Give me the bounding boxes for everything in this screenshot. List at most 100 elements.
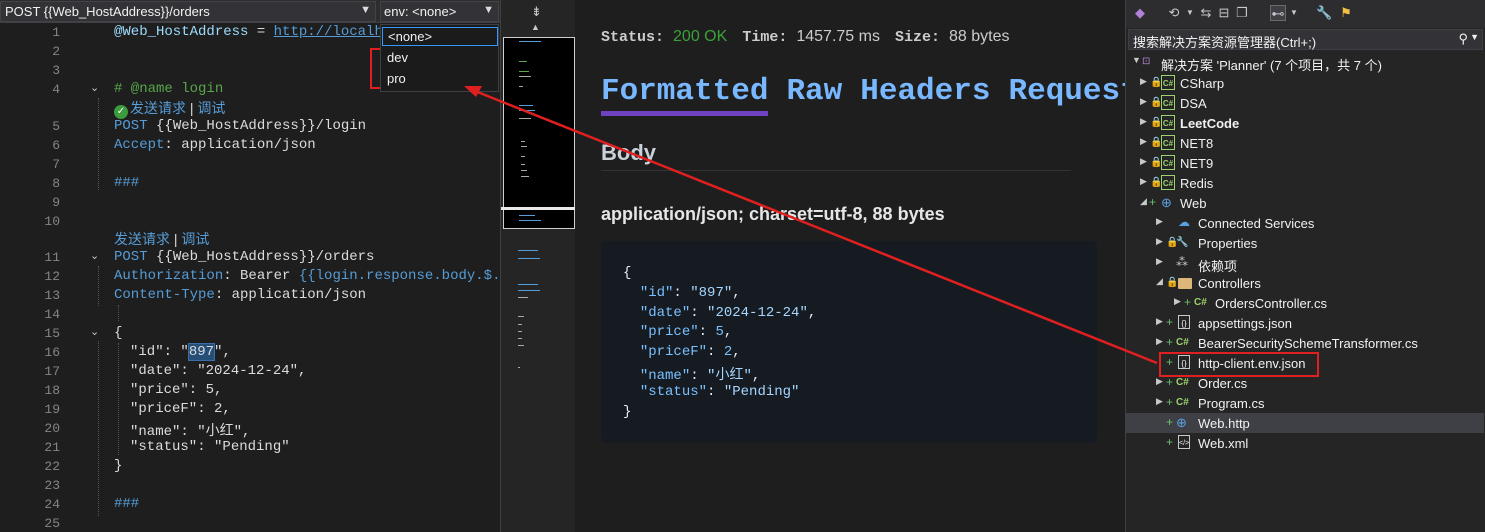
env-option-none[interactable]: <none> (382, 27, 498, 46)
tree-item-orders-controller[interactable]: ▶ + C# OrdersController.cs (1126, 293, 1484, 313)
tree-project-redis[interactable]: ▶ 🔒 C# Redis (1126, 173, 1484, 193)
vs-icon[interactable]: ◆ (1132, 5, 1148, 21)
code-line[interactable]: 21 "status": "Pending" (0, 438, 500, 457)
code-line[interactable]: 18 "price": 5, (0, 381, 500, 400)
tree-item-program-cs[interactable]: ▶ + C# Program.cs (1126, 393, 1484, 413)
tree-item-dependencies[interactable]: ▶ ⁂ 依赖项 (1126, 253, 1484, 274)
added-icon: + (1166, 415, 1174, 429)
tab-headers[interactable]: Headers (860, 74, 990, 111)
code-line[interactable]: 16 "id": "897", (0, 343, 500, 362)
json-property: "price": 5, (130, 382, 223, 398)
tree-project-web[interactable]: ◢ + ⊕ Web (1126, 193, 1484, 213)
send-request-link[interactable]: 发送请求 (114, 231, 170, 247)
scroll-up-icon[interactable]: ▲ (531, 22, 540, 32)
code-line[interactable]: 9 (0, 193, 500, 212)
tree-project-net9[interactable]: ▶ 🔒 C# NET9 (1126, 153, 1484, 173)
code-line[interactable]: 23 (0, 476, 500, 495)
env-option-pro[interactable]: pro (387, 71, 406, 86)
line-number: 6 (52, 138, 60, 153)
request-selector-label: POST {{Web_HostAddress}}/orders (5, 4, 210, 19)
code-line[interactable]: 11 ⌄ POST {{Web_HostAddress}}/orders (0, 248, 500, 267)
chevron-down-icon[interactable]: ▼ (1286, 5, 1302, 21)
code-line[interactable]: 8 ### (0, 174, 500, 193)
http-editor[interactable]: POST {{Web_HostAddress}}/orders ▼ env: <… (0, 0, 542, 532)
tree-item-bearer-transformer[interactable]: ▶ + C# BearerSecuritySchemeTransformer.cs (1126, 333, 1484, 353)
tab-formatted[interactable]: Formatted (601, 74, 769, 116)
line-number: 4 (52, 82, 60, 97)
tree-project-csharp[interactable]: ▶ 🔒 C# CSharp (1126, 73, 1484, 93)
minimap-viewport[interactable] (503, 37, 575, 229)
split-view-icon[interactable]: ⇟ (531, 4, 542, 20)
tree-item-connected-services[interactable]: ▶ ☁ Connected Services (1126, 213, 1484, 233)
chevron-down-icon[interactable]: ▼ (1470, 32, 1479, 42)
code-line[interactable]: 25 (0, 514, 500, 532)
tree-project-leetcode[interactable]: ▶ 🔒 C# LeetCode (1126, 113, 1484, 133)
env-option-dev[interactable]: dev (387, 50, 408, 65)
tree-item-web-xml[interactable]: + </> Web.xml (1126, 433, 1484, 453)
code-line[interactable]: 24 ### (0, 495, 500, 514)
tree-solution[interactable]: ▼ ⊡ 解决方案 'Planner' (7 个项目，共 7 个) (1126, 52, 1484, 73)
line-number: 11 (44, 250, 60, 265)
code-line[interactable]: 7 (0, 155, 500, 174)
tree-item-properties[interactable]: ▶ 🔒 🔧 Properties (1126, 233, 1484, 253)
debug-link[interactable]: 调试 (197, 100, 225, 116)
tab-raw[interactable]: Raw (786, 74, 842, 111)
content-type-heading: application/json; charset=utf-8, 88 byte… (601, 204, 945, 224)
pending-changes-filter-icon[interactable]: ⊷ (1270, 5, 1286, 21)
fold-chevron-icon[interactable]: ⌄ (90, 325, 99, 339)
code-line[interactable]: 17 "date": "2024-12-24", (0, 362, 500, 381)
tree-project-dsa[interactable]: ▶ 🔒 C# DSA (1126, 93, 1484, 113)
xml-file-icon: </> (1178, 435, 1190, 449)
line-number: 17 (44, 364, 60, 379)
code-line[interactable]: 5 POST {{Web_HostAddress}}/login (0, 117, 500, 136)
send-request-link[interactable]: 发送请求 (130, 100, 186, 116)
code-line[interactable]: 22} (0, 457, 500, 476)
tree-item-controllers[interactable]: ◢ 🔒 Controllers (1126, 273, 1484, 293)
environment-selector[interactable]: env: <none> ▼ (380, 1, 499, 22)
tree-item-appsettings[interactable]: ▶ +{} appsettings.json (1126, 313, 1484, 333)
explorer-search-input[interactable]: 搜索解决方案资源管理器(Ctrl+;) ⚲ ▼ (1128, 29, 1483, 50)
fold-chevron-icon[interactable]: ⌄ (90, 249, 99, 263)
collapse-all-icon[interactable]: ⊟ (1216, 5, 1232, 21)
tree-label: Controllers (1198, 276, 1261, 291)
debug-link[interactable]: 调试 (181, 231, 209, 247)
request-selector[interactable]: POST {{Web_HostAddress}}/orders ▼ (0, 1, 376, 22)
tree-project-net8[interactable]: ▶ 🔒 C# NET8 (1126, 133, 1484, 153)
history-icon[interactable]: ⟲ (1166, 5, 1182, 21)
line-number: 14 (44, 307, 60, 322)
chevron-down-icon: ▼ (483, 4, 494, 16)
line-number: 7 (52, 157, 60, 172)
editor-navigation-bar: POST {{Web_HostAddress}}/orders ▼ env: <… (0, 0, 500, 23)
sync-icon[interactable]: ⇆ (1198, 5, 1214, 21)
added-icon: + (1166, 435, 1174, 449)
tree-item-web-http[interactable]: + ⊕ Web.http (1126, 413, 1484, 433)
line-number: 15 (44, 326, 60, 341)
search-icon: ⚲ (1458, 31, 1468, 46)
solution-explorer: ◆ ⟲ ▼ ⇆ ⊟ ❐ ⊷ ▼ 🔧 ⚑ 搜索解决方案资源管理器(Ctrl+;) … (1125, 0, 1485, 532)
selected-text[interactable]: 897 (187, 343, 216, 361)
chevron-down-icon[interactable]: ▼ (1182, 5, 1198, 21)
indent-guide (118, 343, 119, 455)
preview-icon[interactable]: ⚑ (1338, 5, 1354, 21)
show-all-files-icon[interactable]: ❐ (1234, 5, 1250, 21)
editor-minimap[interactable]: ⇟ ▲ (500, 0, 575, 532)
csharp-project-icon: C# (1161, 75, 1175, 90)
code-line[interactable]: 13 Content-Type: application/json (0, 286, 500, 305)
wrench-icon[interactable]: 🔧 (1316, 5, 1332, 21)
tree-label: DSA (1180, 96, 1207, 111)
code-line[interactable]: 15 ⌄ { (0, 324, 500, 343)
code-line[interactable]: 12 Authorization: Bearer {{login.respons… (0, 267, 542, 286)
time-value: 1457.75 ms (796, 28, 880, 45)
code-line[interactable]: 14 (0, 305, 500, 324)
explorer-toolbar: ◆ ⟲ ▼ ⇆ ⊟ ❐ ⊷ ▼ 🔧 ⚑ (1126, 0, 1485, 28)
line-number: 13 (44, 288, 60, 303)
code-line[interactable]: 19 "priceF": 2, (0, 400, 500, 419)
code-line[interactable]: 6 Accept: application/json (0, 136, 500, 155)
annotation-highlight-box (1159, 352, 1319, 377)
tree-label: BearerSecuritySchemeTransformer.cs (1198, 336, 1418, 351)
tab-request[interactable]: Request (1008, 74, 1138, 111)
fold-chevron-icon[interactable]: ⌄ (90, 81, 99, 95)
added-icon: + (1166, 375, 1174, 389)
line-number: 2 (52, 44, 60, 59)
code-line[interactable]: 20 "name": "小红", (0, 419, 500, 440)
